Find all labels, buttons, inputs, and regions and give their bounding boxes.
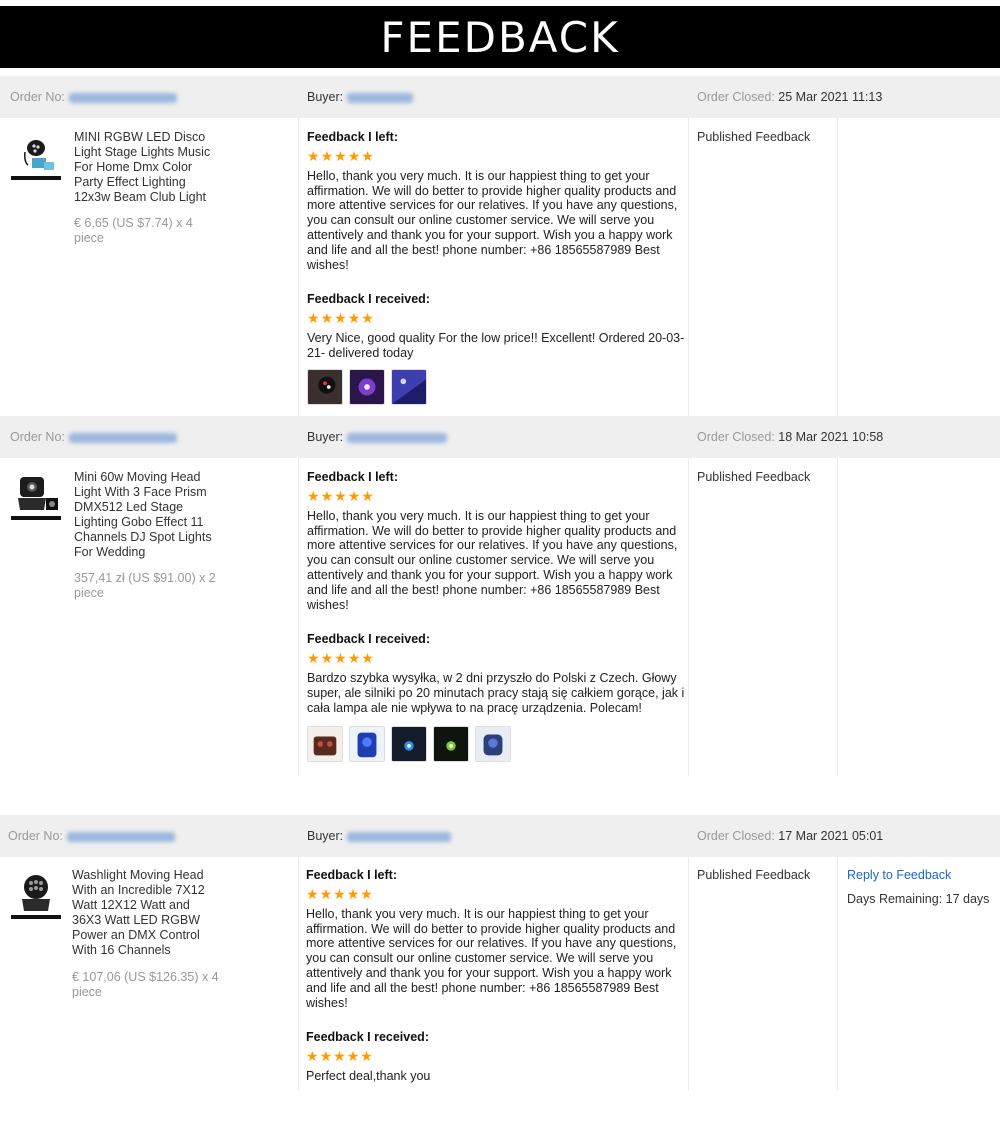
star-icon: ★ (334, 147, 347, 164)
buyer-photo[interactable] (433, 725, 469, 762)
star-icon: ★ (319, 885, 333, 902)
left-star-rating: ★ ★ ★ ★ ★ (306, 887, 684, 901)
feedback-banner: FEEDBACK (0, 6, 1000, 68)
product-thumbnail[interactable] (10, 132, 62, 184)
product-title[interactable]: Mini 60w Moving Head Light With 3 Face P… (74, 470, 219, 560)
feedback-content: Feedback I left: ★ ★ ★ ★ ★ Hello, thank you … (307, 130, 685, 405)
left-star-rating: ★ ★ ★ ★ ★ (307, 149, 685, 163)
star-icon: ★ (347, 650, 361, 667)
received-star-rating: ★ ★ ★ ★ ★ (307, 311, 685, 325)
star-icon: ★ (306, 885, 319, 902)
days-remaining: Days Remaining: 17 days (847, 892, 990, 906)
buyer-photo[interactable] (391, 725, 427, 762)
order-closed: Order Closed: 18 Mar 2021 10:58 (697, 430, 884, 444)
star-icon: ★ (320, 650, 334, 667)
buyer-photos (307, 368, 685, 405)
star-icon: ★ (360, 1048, 373, 1065)
order-number: Order No: (10, 430, 177, 444)
buyer-photos (307, 725, 685, 762)
buyer-photo[interactable] (391, 368, 427, 405)
feedback-left-heading: Feedback I left: (307, 130, 398, 144)
feedback-content: Feedback I left: ★ ★ ★ ★ ★ Hello, thank you … (307, 470, 685, 762)
feedback-received-heading: Feedback I received: (307, 292, 430, 307)
buyer-photo[interactable] (349, 725, 385, 762)
feedback-left-text: Hello, thank you very much. It is our ha… (306, 906, 677, 1010)
feedback-left-text: Hello, thank you very much. It is our ha… (307, 168, 678, 272)
buyer-photo[interactable] (475, 725, 511, 762)
published-feedback-status: Published Feedback (697, 130, 811, 144)
product-price: € 107,06 (US $126.35) x 4 piece (72, 970, 219, 999)
star-icon: ★ (334, 310, 347, 327)
feedback-received-heading: Feedback I received: (306, 1030, 429, 1045)
star-icon: ★ (307, 147, 320, 164)
order-card: Order No: Buyer: Order Closed: 18 Mar 20… (0, 416, 1000, 776)
buyer-name: Buyer: (307, 90, 414, 104)
feedback-received-heading: Feedback I received: (307, 632, 430, 647)
star-icon: ★ (333, 885, 346, 902)
feedback-received-text: Perfect deal,thank you (306, 1069, 431, 1084)
star-icon: ★ (306, 1048, 319, 1065)
star-icon: ★ (361, 310, 374, 327)
star-icon: ★ (319, 1048, 333, 1065)
star-icon: ★ (334, 487, 347, 504)
banner-title: FEEDBACK (380, 12, 620, 62)
star-icon: ★ (320, 147, 334, 164)
product-title[interactable]: MINI RGBW LED Disco Light Stage Lights M… (74, 130, 219, 205)
product-thumbnail[interactable] (10, 472, 62, 524)
left-star-rating: ★ ★ ★ ★ ★ (307, 489, 685, 503)
buyer-name: Buyer: (307, 430, 448, 444)
product-thumbnail[interactable] (10, 871, 62, 923)
feedback-left-heading: Feedback I left: (307, 470, 398, 484)
star-icon: ★ (347, 487, 361, 504)
buyer-photo[interactable] (307, 725, 343, 762)
feedback-received-text: Very Nice, good quality For the low pric… (307, 331, 685, 360)
product-title[interactable]: Washlight Moving Head With an Incredible… (72, 868, 217, 958)
star-icon: ★ (346, 1048, 360, 1065)
published-feedback-status: Published Feedback (697, 470, 811, 484)
star-icon: ★ (307, 487, 320, 504)
star-icon: ★ (346, 885, 360, 902)
product-price: 357,41 zł (US $91.00) x 2 piece (74, 571, 216, 600)
order-card: Order No: Buyer: Order Closed: 25 Mar 20… (0, 76, 1000, 416)
feedback-content: Feedback I left: ★ ★ ★ ★ ★ Hello, thank you … (306, 868, 684, 1084)
received-star-rating: ★ ★ ★ ★ ★ (306, 1049, 684, 1063)
star-icon: ★ (334, 650, 347, 667)
star-icon: ★ (307, 650, 320, 667)
star-icon: ★ (361, 487, 374, 504)
order-header: Order No: Buyer: Order Closed: 18 Mar 20… (0, 416, 1000, 458)
buyer-photo[interactable] (307, 368, 343, 405)
star-icon: ★ (347, 310, 361, 327)
feedback-received-text: Bardzo szybka wysyłka, w 2 dni przyszło … (307, 671, 685, 715)
product-price: € 6,65 (US $7.74) x 4 piece (74, 216, 193, 245)
order-header: Order No: Buyer: Order Closed: 17 Mar 20… (0, 815, 1000, 857)
order-number: Order No: (8, 829, 175, 843)
star-icon: ★ (320, 310, 334, 327)
buyer-name: Buyer: (307, 829, 452, 843)
feedback-left-text: Hello, thank you very much. It is our ha… (307, 508, 678, 612)
reply-to-feedback-link[interactable]: Reply to Feedback (847, 868, 951, 882)
feedback-left-heading: Feedback I left: (306, 868, 397, 882)
star-icon: ★ (347, 147, 361, 164)
star-icon: ★ (307, 310, 320, 327)
received-star-rating: ★ ★ ★ ★ ★ (307, 651, 685, 665)
buyer-photo[interactable] (349, 368, 385, 405)
order-card: Order No: Buyer: Order Closed: 17 Mar 20… (0, 815, 1000, 1090)
order-closed: Order Closed: 17 Mar 2021 05:01 (697, 829, 884, 843)
order-header: Order No: Buyer: Order Closed: 25 Mar 20… (0, 76, 1000, 118)
star-icon: ★ (333, 1048, 346, 1065)
star-icon: ★ (360, 885, 373, 902)
published-feedback-status: Published Feedback (697, 868, 811, 882)
star-icon: ★ (361, 147, 374, 164)
order-number: Order No: (10, 90, 177, 104)
order-closed: Order Closed: 25 Mar 2021 11:13 (697, 90, 883, 104)
star-icon: ★ (320, 487, 334, 504)
star-icon: ★ (361, 650, 374, 667)
